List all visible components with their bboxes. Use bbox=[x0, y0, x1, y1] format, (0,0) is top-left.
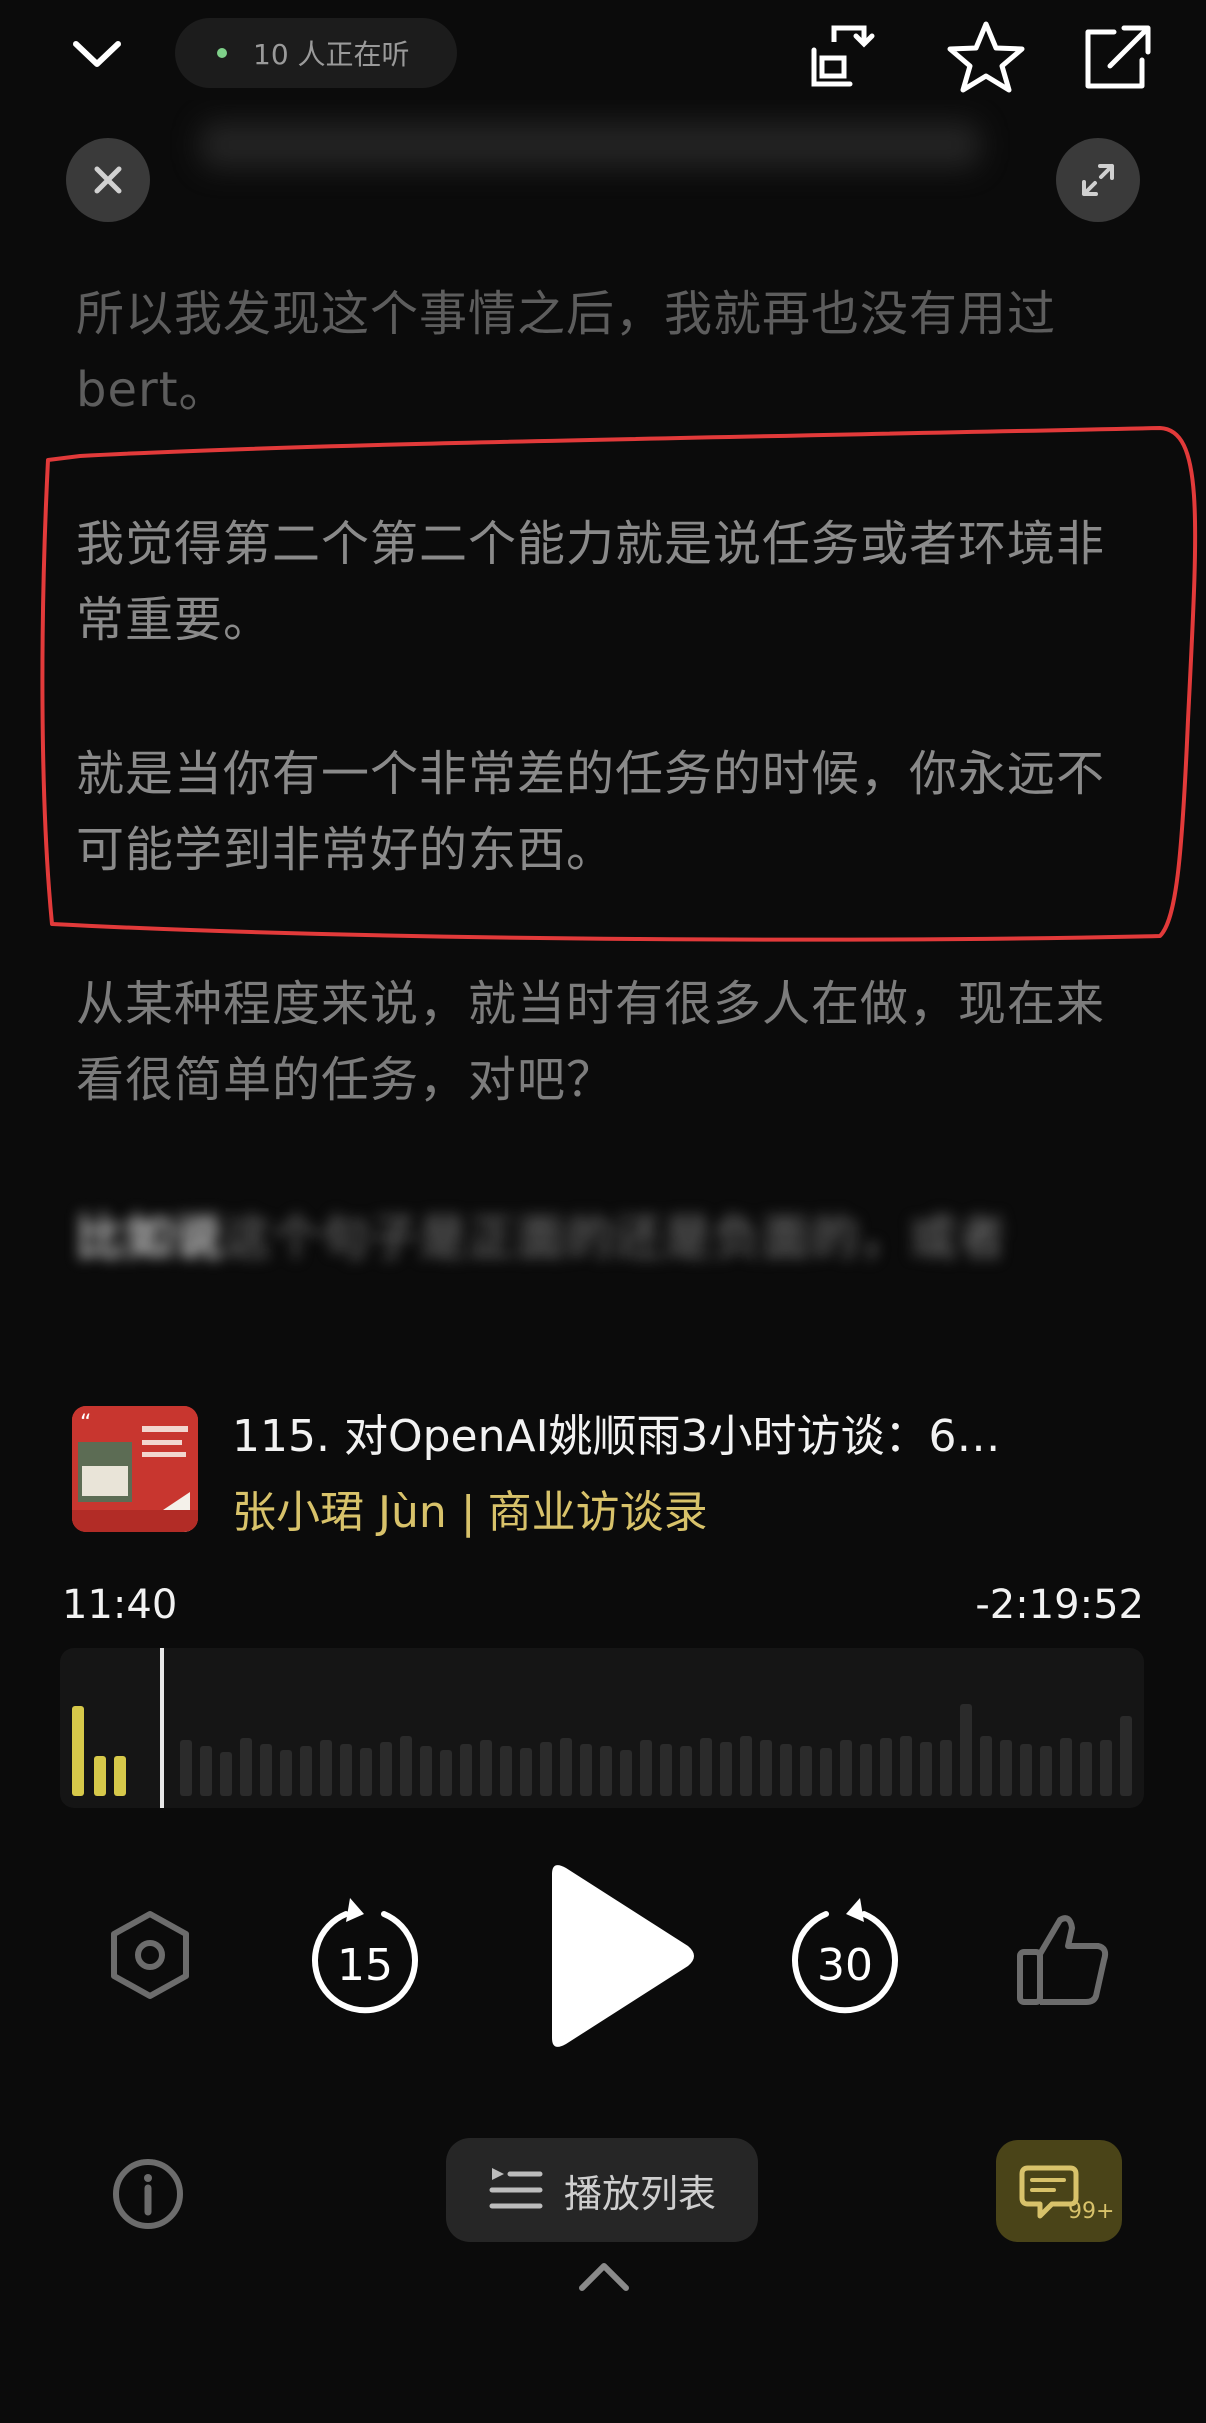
waveform-bar bbox=[1120, 1716, 1132, 1796]
waveform-bar bbox=[680, 1746, 692, 1796]
waveform-bar bbox=[1060, 1738, 1072, 1796]
hexagon-settings-icon bbox=[111, 1911, 189, 1999]
waveform-bar bbox=[200, 1746, 212, 1796]
listeners-count: 10 人正在听 bbox=[253, 38, 410, 71]
waveform-bar bbox=[180, 1740, 192, 1796]
star-icon bbox=[947, 21, 1025, 93]
waveform-bar bbox=[300, 1746, 312, 1796]
info-icon bbox=[113, 2159, 183, 2229]
meta-separator: | bbox=[460, 1487, 476, 1538]
waveform-bar bbox=[320, 1740, 332, 1796]
waveform-bar bbox=[940, 1740, 952, 1796]
show-name[interactable]: 商业访谈录 bbox=[488, 1487, 708, 1538]
rewind-15-icon: 15 bbox=[312, 1898, 418, 2014]
comments-button[interactable]: 99+ bbox=[996, 2140, 1122, 2242]
live-dot-icon bbox=[217, 48, 227, 58]
waveform-bar bbox=[860, 1744, 872, 1796]
rewind-button[interactable]: 15 bbox=[300, 1880, 430, 2030]
svg-text:30: 30 bbox=[817, 1940, 873, 1991]
collapse-button[interactable] bbox=[62, 26, 132, 82]
waveform-bar-played bbox=[94, 1756, 106, 1796]
waveform-bar bbox=[760, 1740, 772, 1796]
waveform-bar bbox=[640, 1740, 652, 1796]
expand-up-button[interactable] bbox=[572, 2254, 636, 2298]
like-button[interactable] bbox=[1008, 1904, 1118, 2014]
waveform-bars bbox=[72, 1648, 1132, 1808]
waveform-bar bbox=[280, 1750, 292, 1796]
host-name[interactable]: 张小珺 Jùn bbox=[232, 1487, 447, 1538]
waveform-bar bbox=[780, 1744, 792, 1796]
waveform-bar bbox=[540, 1742, 552, 1796]
play-button[interactable] bbox=[530, 1856, 710, 2056]
waveform-bar bbox=[260, 1744, 272, 1796]
waveform-bar bbox=[820, 1748, 832, 1796]
waveform-bar bbox=[1000, 1740, 1012, 1796]
waveform-bar bbox=[360, 1748, 372, 1796]
waveform-bar bbox=[520, 1748, 532, 1796]
listeners-badge: 10 人正在听 bbox=[175, 18, 457, 88]
waveform-bar bbox=[1100, 1740, 1112, 1796]
waveform-bar bbox=[880, 1738, 892, 1796]
waveform-bar bbox=[740, 1736, 752, 1796]
waveform-bar bbox=[220, 1752, 232, 1796]
waveform-bar bbox=[620, 1750, 632, 1796]
podcast-cover-image: “ bbox=[72, 1406, 198, 1532]
waveform-bar bbox=[1080, 1742, 1092, 1796]
waveform-bar bbox=[840, 1740, 852, 1796]
waveform-bar bbox=[460, 1744, 472, 1796]
waveform-bar bbox=[400, 1736, 412, 1796]
svg-text:99+: 99+ bbox=[1068, 2199, 1114, 2224]
share-clip-button[interactable] bbox=[808, 22, 888, 92]
playhead[interactable] bbox=[160, 1648, 164, 1808]
comment-icon: 99+ bbox=[1019, 2165, 1114, 2224]
svg-text:“: “ bbox=[80, 1411, 91, 1436]
share-clip-icon bbox=[811, 25, 875, 87]
play-icon bbox=[552, 1865, 694, 2047]
waveform-bar bbox=[240, 1738, 252, 1796]
favorite-button[interactable] bbox=[946, 18, 1026, 94]
transcript-panel[interactable]: 所以我发现这个事情之后，我就再也没有用过 bert。 我觉得第二个第二个能力就是… bbox=[0, 100, 1206, 1370]
waveform-bar bbox=[920, 1742, 932, 1796]
waveform-bar bbox=[580, 1744, 592, 1796]
waveform-scrubber[interactable] bbox=[60, 1648, 1144, 1808]
waveform-bar bbox=[980, 1736, 992, 1796]
episode-title[interactable]: 115. 对OpenAI姚顺雨3小时访谈：6… bbox=[232, 1400, 1132, 1464]
waveform-bar bbox=[900, 1736, 912, 1796]
export-icon bbox=[1085, 25, 1151, 89]
playlist-icon bbox=[489, 2168, 543, 2209]
waveform-bar bbox=[380, 1742, 392, 1796]
waveform-bar bbox=[500, 1746, 512, 1796]
waveform-bar bbox=[800, 1746, 812, 1796]
forward-30-icon: 30 bbox=[792, 1898, 898, 2014]
playlist-button[interactable]: 播放列表 bbox=[446, 2138, 758, 2242]
waveform-bar bbox=[960, 1704, 972, 1796]
remaining-time: -2:19:52 bbox=[975, 1582, 1144, 1628]
waveform-bar bbox=[1020, 1744, 1032, 1796]
waveform-bar bbox=[420, 1746, 432, 1796]
waveform-bar bbox=[480, 1740, 492, 1796]
info-button[interactable] bbox=[108, 2154, 188, 2234]
svg-text:15: 15 bbox=[337, 1940, 393, 1991]
episode-cover[interactable]: “ bbox=[72, 1406, 198, 1532]
settings-button[interactable] bbox=[100, 1900, 200, 2010]
forward-button[interactable]: 30 bbox=[780, 1880, 910, 2030]
waveform-bar bbox=[720, 1742, 732, 1796]
waveform-bar bbox=[440, 1750, 452, 1796]
elapsed-time: 11:40 bbox=[62, 1582, 178, 1628]
waveform-bar bbox=[340, 1744, 352, 1796]
waveform-bar bbox=[700, 1738, 712, 1796]
waveform-bar-played bbox=[72, 1706, 84, 1796]
episode-meta[interactable]: 张小珺 Jùn | 商业访谈录 bbox=[232, 1476, 708, 1540]
thumbs-up-icon bbox=[1017, 1915, 1109, 2005]
waveform-bar-played bbox=[114, 1756, 126, 1796]
waveform-bar bbox=[660, 1744, 672, 1796]
waveform-bar bbox=[560, 1738, 572, 1796]
share-button[interactable] bbox=[1080, 22, 1156, 94]
waveform-bar bbox=[600, 1746, 612, 1796]
chevron-up-icon bbox=[579, 2263, 629, 2291]
waveform-bar bbox=[1040, 1746, 1052, 1796]
handdrawn-highlight-box bbox=[40, 426, 1198, 942]
chevron-down-icon bbox=[73, 41, 121, 67]
playlist-label: 播放列表 bbox=[563, 2171, 716, 2216]
